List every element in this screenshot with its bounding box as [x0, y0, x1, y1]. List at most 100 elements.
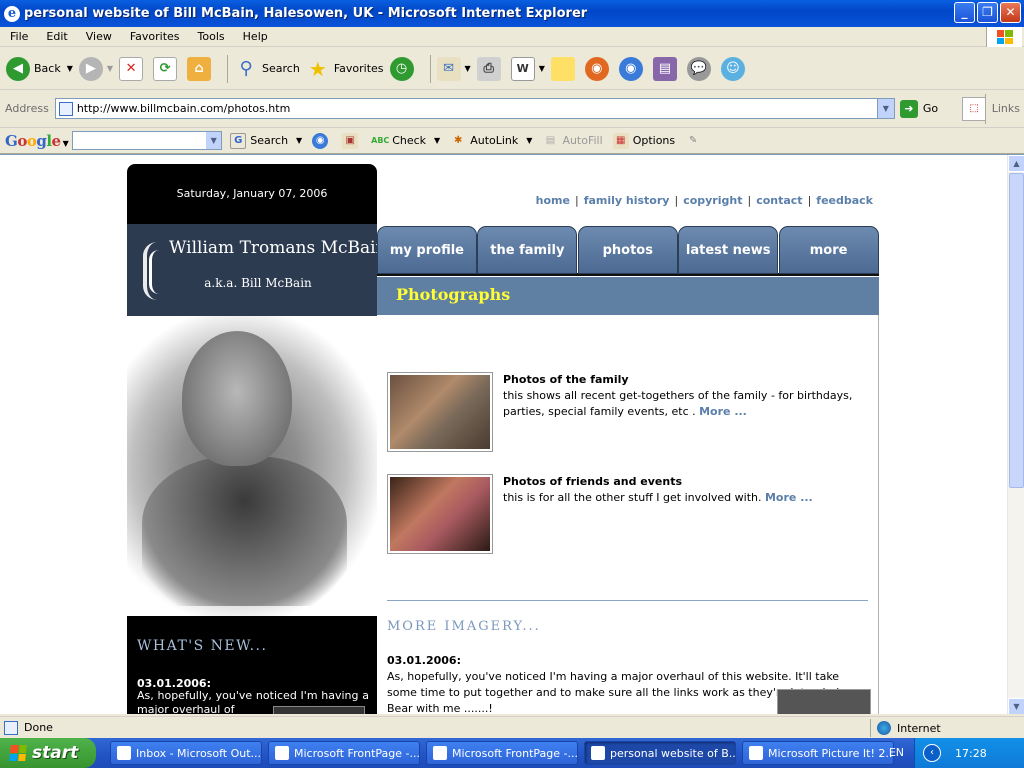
- edit-button[interactable]: W ▼: [510, 56, 545, 81]
- discuss-button[interactable]: 💬: [686, 56, 715, 81]
- autofill-button[interactable]: ▤ AutoFill: [542, 133, 603, 149]
- home-icon: ⌂: [187, 56, 212, 81]
- clock[interactable]: 17:28: [955, 747, 987, 760]
- stop-button[interactable]: ✕: [119, 56, 147, 81]
- news-thumbnail[interactable]: [273, 706, 365, 714]
- refresh-icon: ⟳: [153, 56, 178, 81]
- address-input[interactable]: http://www.billmcbain.com/photos.htm ▼: [54, 98, 895, 119]
- pagerank-icon: ◉: [312, 132, 329, 149]
- page-icon: [58, 101, 73, 116]
- item-text: this is for all the other stuff I get in…: [503, 491, 762, 504]
- go-button[interactable]: ➜ Go: [899, 99, 938, 118]
- taskbar-item-ie[interactable]: personal website of B...: [584, 741, 736, 765]
- research-icon: ▤: [652, 56, 677, 81]
- research-button[interactable]: ▤: [652, 56, 681, 81]
- google-logo[interactable]: Google ▼: [5, 132, 69, 150]
- scroll-up-icon[interactable]: ▲: [1008, 155, 1024, 172]
- favorites-button[interactable]: ★ Favorites: [306, 57, 384, 81]
- mail-button[interactable]: ✉ ▼: [436, 56, 471, 81]
- forward-arrow-icon: ▶: [78, 56, 103, 81]
- link-copyright[interactable]: copyright: [683, 194, 742, 207]
- windows-logo-icon: [986, 27, 1022, 47]
- google-search-button[interactable]: G Search ▼: [230, 132, 302, 149]
- zone-text: Internet: [897, 721, 941, 735]
- link-contact[interactable]: contact: [756, 194, 802, 207]
- website: Saturday, January 07, 2006 William Troma…: [127, 164, 879, 714]
- item-title[interactable]: Photos of friends and events: [503, 474, 871, 490]
- menu-favorites[interactable]: Favorites: [120, 30, 188, 43]
- link-family-history[interactable]: family history: [584, 194, 670, 207]
- link-feedback[interactable]: feedback: [816, 194, 873, 207]
- back-button[interactable]: ◀ Back ▼: [6, 56, 73, 81]
- address-dropdown-icon[interactable]: ▼: [876, 99, 894, 118]
- scroll-down-icon[interactable]: ▼: [1008, 698, 1024, 714]
- forward-button[interactable]: ▶ ▼: [78, 56, 113, 81]
- outlook-icon: [117, 746, 131, 760]
- taskbar-item-picture-it[interactable]: Microsoft Picture It! 2...: [742, 741, 894, 765]
- menu-view[interactable]: View: [76, 30, 120, 43]
- tab-the-family[interactable]: the family: [477, 226, 578, 274]
- tab-latest-news[interactable]: latest news: [678, 226, 779, 274]
- taskbar-item-frontpage-1[interactable]: Microsoft FrontPage -...: [268, 741, 420, 765]
- google-dropdown-icon[interactable]: ▼: [206, 132, 222, 149]
- language-indicator[interactable]: EN: [889, 746, 904, 759]
- link-home[interactable]: home: [536, 194, 570, 207]
- notes-button[interactable]: [550, 56, 579, 81]
- back-dropdown-icon[interactable]: ▼: [67, 64, 73, 73]
- google-search-input[interactable]: ▼: [72, 131, 223, 150]
- menu-tools[interactable]: Tools: [188, 30, 233, 43]
- popup-blocker-button[interactable]: ▣: [342, 132, 362, 149]
- tab-more[interactable]: more: [778, 226, 879, 274]
- tray-expand-icon[interactable]: ‹: [923, 744, 941, 762]
- tab-my-profile[interactable]: my profile: [377, 226, 477, 274]
- history-button[interactable]: ◷: [389, 56, 418, 81]
- page-icon: [4, 720, 18, 735]
- autolink-button[interactable]: ✱ AutoLink ▼: [450, 133, 532, 149]
- home-button[interactable]: ⌂: [187, 56, 215, 81]
- maximize-button[interactable]: ❐: [977, 2, 998, 23]
- news-entry-thumbnail[interactable]: [777, 689, 871, 714]
- taskbar-item-outlook[interactable]: Inbox - Microsoft Out...: [110, 741, 262, 765]
- menu-help[interactable]: Help: [233, 30, 276, 43]
- vertical-scrollbar[interactable]: ▲ ▼: [1007, 155, 1024, 714]
- family-photos-thumbnail[interactable]: [387, 372, 493, 452]
- menu-file[interactable]: File: [0, 30, 36, 43]
- taskbar-item-frontpage-2[interactable]: Microsoft FrontPage -...: [426, 741, 578, 765]
- more-link[interactable]: More ...: [699, 405, 747, 418]
- taskbar: start Inbox - Microsoft Out... Microsoft…: [0, 738, 1024, 768]
- firefox-button[interactable]: ◉: [584, 56, 613, 81]
- globe-button[interactable]: ◉: [618, 56, 647, 81]
- address-url: http://www.billmcbain.com/photos.htm: [76, 102, 291, 115]
- minimize-button[interactable]: _: [954, 2, 975, 23]
- scroll-thumb[interactable]: [1009, 173, 1024, 488]
- search-button[interactable]: ⚲ Search: [234, 57, 299, 81]
- spell-check-button[interactable]: ABC Check ▼: [371, 133, 440, 149]
- section-title: Photographs: [396, 285, 511, 304]
- note-icon: [550, 56, 575, 81]
- pencil-button[interactable]: ✎: [685, 133, 705, 149]
- print-button[interactable]: ⎙: [476, 56, 505, 81]
- google-toolbar: Google ▼ ▼ G Search ▼ ◉ ▣ ABC Check ▼ ✱ AutoLi…: [0, 128, 1024, 154]
- whats-new-heading: WHAT'S NEW...: [137, 638, 268, 654]
- tab-photos[interactable]: photos: [577, 226, 678, 274]
- news-entry-text: As, hopefully, you've noticed I'm having…: [387, 670, 843, 714]
- more-link[interactable]: More ...: [765, 491, 813, 504]
- top-links: home | family history | copyright | contact | fe…: [535, 194, 873, 207]
- links-toolbar[interactable]: Links: [984, 93, 1020, 124]
- item-title[interactable]: Photos of the family: [503, 372, 871, 388]
- close-button[interactable]: ✕: [1000, 2, 1021, 23]
- start-button[interactable]: start: [0, 738, 96, 768]
- pagerank-button[interactable]: ◉: [312, 132, 332, 149]
- title-bar: e personal website of Bill McBain, Hales…: [0, 0, 1024, 27]
- portrait-photo: [127, 316, 377, 616]
- system-tray: ‹ 17:28: [914, 738, 1024, 768]
- options-button[interactable]: ▦ Options: [612, 132, 675, 149]
- friends-photos-thumbnail[interactable]: [387, 474, 493, 554]
- internet-zone-icon: [877, 721, 891, 735]
- pdf-icon[interactable]: ⬚: [962, 96, 987, 121]
- menu-edit[interactable]: Edit: [36, 30, 75, 43]
- messenger-button[interactable]: ☺: [720, 56, 749, 81]
- refresh-button[interactable]: ⟳: [153, 56, 181, 81]
- globe-icon: ◉: [618, 56, 643, 81]
- forward-dropdown-icon[interactable]: ▼: [107, 64, 113, 73]
